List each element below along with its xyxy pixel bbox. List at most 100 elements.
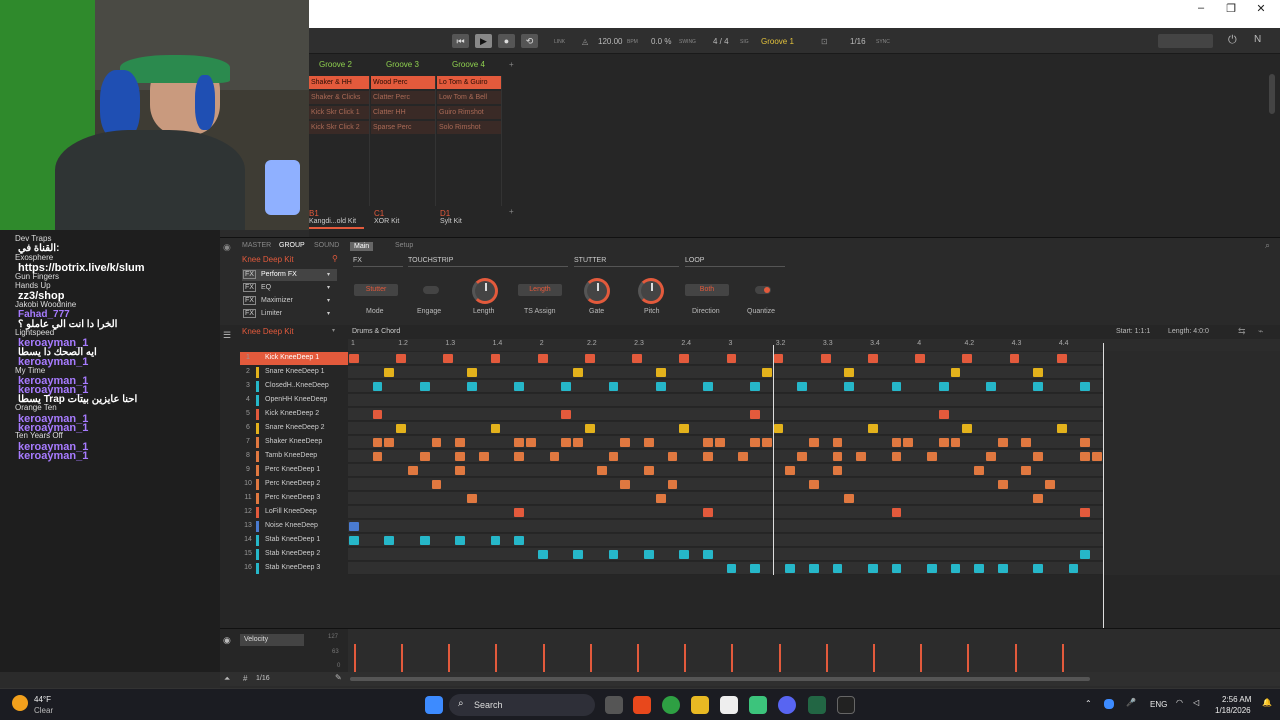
tab-groove-4[interactable]: Groove 4 xyxy=(452,60,485,69)
swing-value[interactable]: 0.0 % xyxy=(651,37,671,46)
note-step[interactable] xyxy=(419,382,430,391)
note-step[interactable] xyxy=(384,438,395,447)
note-step[interactable] xyxy=(561,410,572,419)
note-step[interactable] xyxy=(750,564,760,573)
step-row[interactable] xyxy=(348,492,1103,505)
note-step[interactable] xyxy=(372,382,383,391)
pattern-cell[interactable]: Sparse Perc xyxy=(371,121,435,134)
mode-selector[interactable]: Stutter xyxy=(354,284,398,296)
note-step[interactable] xyxy=(561,382,572,391)
note-step[interactable] xyxy=(702,382,713,391)
step-quantize[interactable]: 1/16 xyxy=(256,675,270,682)
note-step[interactable] xyxy=(455,438,465,447)
note-step[interactable] xyxy=(1080,438,1091,447)
sound-slot[interactable]: 6 Snare KneeDeep 2 xyxy=(240,422,348,435)
note-step[interactable] xyxy=(702,550,713,559)
step-row[interactable] xyxy=(348,562,1103,575)
note-step[interactable] xyxy=(891,382,902,391)
group-b1[interactable]: B1 Kangdi...old Kit xyxy=(309,209,364,229)
note-step[interactable] xyxy=(832,466,843,475)
note-step[interactable] xyxy=(927,452,937,461)
grid-icon[interactable]: # xyxy=(243,674,247,683)
note-step[interactable] xyxy=(667,452,678,461)
note-step[interactable] xyxy=(455,536,465,545)
play-button[interactable]: ▶ xyxy=(475,34,492,48)
brave-icon[interactable] xyxy=(633,696,651,714)
note-step[interactable] xyxy=(1080,550,1091,559)
note-step[interactable] xyxy=(1056,354,1067,363)
note-step[interactable] xyxy=(844,368,855,377)
pencil-icon[interactable]: ✎ xyxy=(335,673,342,682)
group-d1[interactable]: D1 Sylt Kit xyxy=(440,209,462,225)
velocity-bar[interactable] xyxy=(542,644,545,672)
note-step[interactable] xyxy=(584,354,595,363)
note-step[interactable] xyxy=(466,494,477,503)
note-step[interactable] xyxy=(797,452,808,461)
velocity-bar[interactable] xyxy=(684,644,687,672)
link-label[interactable]: LINK xyxy=(554,39,565,45)
step-row[interactable] xyxy=(348,548,1103,561)
signature-value[interactable]: 4 / 4 xyxy=(713,37,729,46)
note-step[interactable] xyxy=(549,452,560,461)
engage-toggle[interactable] xyxy=(423,286,439,294)
scrollbar[interactable] xyxy=(1269,74,1275,114)
note-step[interactable] xyxy=(702,508,713,517)
note-step[interactable] xyxy=(620,480,631,489)
note-step[interactable] xyxy=(561,438,572,447)
note-step[interactable] xyxy=(773,424,784,433)
note-step[interactable] xyxy=(514,508,524,517)
step-row[interactable] xyxy=(348,366,1103,379)
timeline-ruler[interactable]: 1 1.2 1.3 1.4 2 2.2 2.3 2.4 3 3.2 3.3 3.4 4 4.2 4.3 4.4 xyxy=(348,339,1280,351)
horizontal-scrollbar[interactable] xyxy=(350,677,1090,681)
note-step[interactable] xyxy=(349,522,359,531)
note-step[interactable] xyxy=(466,368,477,377)
record-button[interactable]: ● xyxy=(498,34,515,48)
note-step[interactable] xyxy=(384,536,395,545)
app-icon[interactable] xyxy=(808,696,826,714)
note-step[interactable] xyxy=(1080,508,1091,517)
note-step[interactable] xyxy=(1033,452,1044,461)
note-step[interactable] xyxy=(608,550,619,559)
note-step[interactable] xyxy=(797,382,808,391)
note-step[interactable] xyxy=(1033,494,1044,503)
note-step[interactable] xyxy=(868,354,878,363)
note-step[interactable] xyxy=(1021,466,1032,475)
maschine-icon[interactable] xyxy=(837,696,855,714)
note-step[interactable] xyxy=(750,438,760,447)
dropdown-icon[interactable]: ▾ xyxy=(327,284,330,291)
sound-slot[interactable]: 2 Snare KneeDeep 1 xyxy=(240,366,348,379)
note-step[interactable] xyxy=(927,564,937,573)
note-step[interactable] xyxy=(1080,382,1091,391)
pattern-cell[interactable]: Low Tom & Bell xyxy=(437,91,501,104)
dropdown-icon[interactable]: ▾ xyxy=(332,327,335,334)
tab-main[interactable]: Main xyxy=(350,242,374,251)
ts-assign-selector[interactable]: Length xyxy=(518,284,562,296)
note-step[interactable] xyxy=(490,536,501,545)
start-button-icon[interactable] xyxy=(425,696,443,714)
velocity-bar[interactable] xyxy=(731,644,734,672)
note-step[interactable] xyxy=(891,452,902,461)
step-row[interactable] xyxy=(348,436,1103,449)
note-step[interactable] xyxy=(1080,452,1091,461)
power-icon[interactable]: ⏻ xyxy=(1228,34,1237,47)
pattern-cell[interactable]: Shaker & Clicks xyxy=(309,91,369,104)
sound-slot[interactable]: 13 Noise KneeDeep xyxy=(240,520,348,533)
note-step[interactable] xyxy=(372,452,383,461)
note-step[interactable] xyxy=(738,452,749,461)
pattern-cell[interactable]: Lo Tom & Guiro xyxy=(437,76,501,89)
note-step[interactable] xyxy=(714,438,725,447)
note-step[interactable] xyxy=(514,438,524,447)
velocity-bar[interactable] xyxy=(1061,644,1064,672)
note-step[interactable] xyxy=(596,466,607,475)
kit-name[interactable]: Knee Deep Kit xyxy=(242,255,294,264)
note-step[interactable] xyxy=(514,382,524,391)
note-step[interactable] xyxy=(419,536,430,545)
control-icon[interactable]: ◉ xyxy=(223,635,231,646)
velocity-bar[interactable] xyxy=(920,644,923,672)
tray-chevron-icon[interactable]: ⌃ xyxy=(1085,699,1092,708)
quantize-value[interactable]: 1/16 xyxy=(850,37,866,46)
step-row[interactable] xyxy=(348,422,1103,435)
note-step[interactable] xyxy=(655,368,666,377)
step-row[interactable] xyxy=(348,352,1103,365)
note-step[interactable] xyxy=(655,494,666,503)
